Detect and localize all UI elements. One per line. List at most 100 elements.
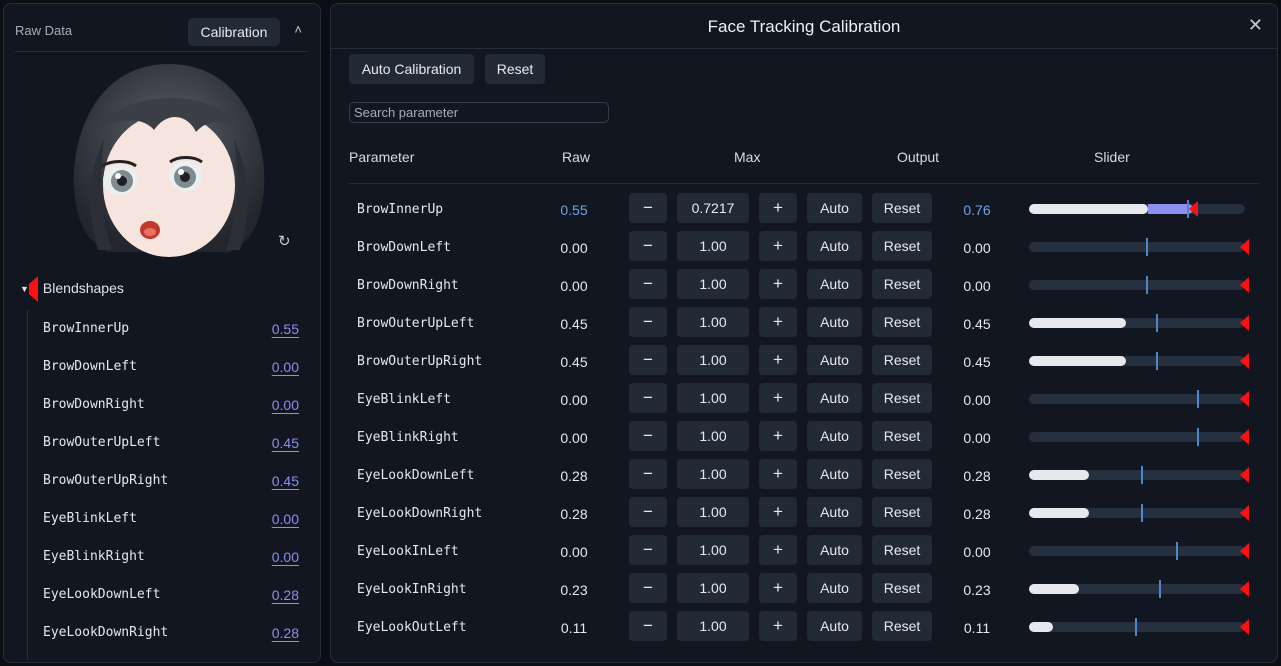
blendshape-value-link[interactable]: 0.55 — [272, 321, 299, 337]
slider-track[interactable] — [1029, 200, 1245, 218]
slider-track[interactable] — [1029, 542, 1249, 560]
auto-button[interactable]: Auto — [807, 535, 862, 565]
blendshape-value-link[interactable]: 0.45 — [272, 435, 299, 451]
max-value-field[interactable]: 1.00 — [677, 535, 749, 565]
blendshape-value-link[interactable]: 0.28 — [272, 587, 299, 603]
slider-handle-icon[interactable] — [1240, 467, 1249, 483]
max-value-field[interactable]: 0.7217 — [677, 193, 749, 223]
reset-button[interactable]: Reset — [872, 573, 932, 603]
decrease-max-button[interactable]: − — [629, 535, 667, 565]
slider-handle-icon[interactable] — [1240, 619, 1249, 635]
collapse-chevron-icon[interactable]: ˄ — [294, 22, 302, 37]
increase-max-button[interactable]: + — [759, 573, 797, 603]
max-value-field[interactable]: 1.00 — [677, 231, 749, 261]
slider-track[interactable] — [1029, 466, 1249, 484]
slider-track[interactable] — [1029, 238, 1249, 256]
slider-track[interactable] — [1029, 618, 1249, 636]
max-value-field[interactable]: 1.00 — [677, 345, 749, 375]
max-value-field[interactable]: 1.00 — [677, 573, 749, 603]
slider-handle-icon[interactable] — [1240, 581, 1249, 597]
increase-max-button[interactable]: + — [759, 269, 797, 299]
reset-button[interactable]: Reset — [872, 535, 932, 565]
max-value-field[interactable]: 1.00 — [677, 383, 749, 413]
increase-max-button[interactable]: + — [759, 383, 797, 413]
increase-max-button[interactable]: + — [759, 193, 797, 223]
reset-button[interactable]: Reset — [872, 459, 932, 489]
blendshape-value-link[interactable]: 0.45 — [272, 473, 299, 489]
max-value-field[interactable]: 1.00 — [677, 459, 749, 489]
auto-button[interactable]: Auto — [807, 193, 862, 223]
slider-track[interactable] — [1029, 428, 1249, 446]
blendshape-value-link[interactable]: 0.00 — [272, 397, 299, 413]
reset-button[interactable]: Reset — [872, 231, 932, 261]
increase-max-button[interactable]: + — [759, 611, 797, 641]
slider-handle-icon[interactable] — [1240, 239, 1249, 255]
slider-handle-icon[interactable] — [1240, 277, 1249, 293]
reset-button[interactable]: Reset — [872, 497, 932, 527]
slider-track[interactable] — [1029, 314, 1249, 332]
blendshape-value-link[interactable]: 0.00 — [272, 549, 299, 565]
slider-track[interactable] — [1029, 352, 1249, 370]
auto-button[interactable]: Auto — [807, 459, 862, 489]
blendshape-value-link[interactable]: 0.28 — [272, 625, 299, 641]
reset-button[interactable]: Reset — [872, 345, 932, 375]
decrease-max-button[interactable]: − — [629, 345, 667, 375]
decrease-max-button[interactable]: − — [629, 459, 667, 489]
auto-button[interactable]: Auto — [807, 421, 862, 451]
reset-button[interactable]: Reset — [872, 421, 932, 451]
calibration-button[interactable]: Calibration — [188, 18, 280, 46]
slider-handle-icon[interactable] — [1240, 353, 1249, 369]
increase-max-button[interactable]: + — [759, 345, 797, 375]
decrease-max-button[interactable]: − — [629, 231, 667, 261]
slider-handle-icon[interactable] — [1240, 315, 1249, 331]
decrease-max-button[interactable]: − — [629, 383, 667, 413]
increase-max-button[interactable]: + — [759, 497, 797, 527]
decrease-max-button[interactable]: − — [629, 307, 667, 337]
slider-handle-icon[interactable] — [1240, 543, 1249, 559]
reset-button[interactable]: Reset — [872, 611, 932, 641]
slider-handle-icon[interactable] — [1189, 201, 1199, 217]
decrease-max-button[interactable]: − — [629, 573, 667, 603]
auto-button[interactable]: Auto — [807, 573, 862, 603]
auto-calibration-button[interactable]: Auto Calibration — [349, 54, 474, 84]
reset-button[interactable]: Reset — [872, 269, 932, 299]
auto-button[interactable]: Auto — [807, 383, 862, 413]
reset-button[interactable]: Reset — [872, 383, 932, 413]
slider-track[interactable] — [1029, 504, 1249, 522]
increase-max-button[interactable]: + — [759, 459, 797, 489]
slider-handle-icon[interactable] — [1240, 505, 1249, 521]
increase-max-button[interactable]: + — [759, 307, 797, 337]
blendshapes-toggle[interactable]: ▼ Blendshapes — [20, 276, 124, 302]
reset-button[interactable]: Reset — [872, 193, 932, 223]
slider-track[interactable] — [1029, 390, 1249, 408]
decrease-max-button[interactable]: − — [629, 497, 667, 527]
increase-max-button[interactable]: + — [759, 421, 797, 451]
max-value-field[interactable]: 1.00 — [677, 497, 749, 527]
increase-max-button[interactable]: + — [759, 231, 797, 261]
refresh-icon[interactable]: ↻ — [278, 232, 291, 250]
max-value-field[interactable]: 1.00 — [677, 611, 749, 641]
auto-button[interactable]: Auto — [807, 231, 862, 261]
slider-track[interactable] — [1029, 276, 1249, 294]
reset-button[interactable]: Reset — [872, 307, 932, 337]
slider-handle-icon[interactable] — [1240, 429, 1249, 445]
auto-button[interactable]: Auto — [807, 307, 862, 337]
decrease-max-button[interactable]: − — [629, 421, 667, 451]
auto-button[interactable]: Auto — [807, 345, 862, 375]
reset-all-button[interactable]: Reset — [485, 54, 545, 84]
slider-track[interactable] — [1029, 580, 1249, 598]
max-value-field[interactable]: 1.00 — [677, 307, 749, 337]
max-value-field[interactable]: 1.00 — [677, 269, 749, 299]
increase-max-button[interactable]: + — [759, 535, 797, 565]
blendshape-value-link[interactable]: 0.00 — [272, 511, 299, 527]
blendshape-value-link[interactable]: 0.00 — [272, 359, 299, 375]
auto-button[interactable]: Auto — [807, 497, 862, 527]
max-value-field[interactable]: 1.00 — [677, 421, 749, 451]
decrease-max-button[interactable]: − — [629, 193, 667, 223]
decrease-max-button[interactable]: − — [629, 269, 667, 299]
slider-handle-icon[interactable] — [1240, 391, 1249, 407]
search-input[interactable] — [349, 102, 609, 123]
close-icon[interactable]: ✕ — [1248, 15, 1263, 36]
auto-button[interactable]: Auto — [807, 611, 862, 641]
decrease-max-button[interactable]: − — [629, 611, 667, 641]
